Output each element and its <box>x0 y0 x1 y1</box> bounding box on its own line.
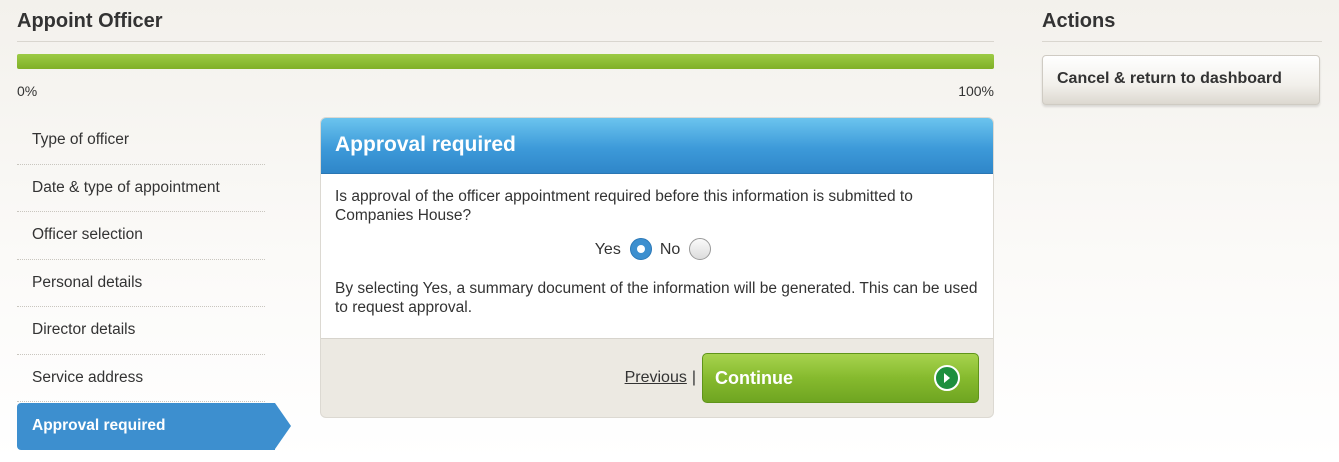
page-title: Appoint Officer <box>17 0 994 42</box>
approval-note: By selecting Yes, a summary document of … <box>335 280 978 316</box>
step-service-address[interactable]: Service address <box>17 355 265 402</box>
step-list: Type of officer Date & type of appointme… <box>17 117 293 450</box>
previous-link[interactable]: Previous <box>625 369 687 387</box>
radio-yes-label[interactable]: Yes <box>595 240 621 259</box>
radio-no[interactable] <box>689 238 712 260</box>
continue-button[interactable]: Continue <box>702 353 979 403</box>
radio-no-label[interactable]: No <box>660 240 680 259</box>
panel-title: Approval required <box>321 118 993 174</box>
approval-panel: Approval required Is approval of the off… <box>320 117 994 418</box>
approval-radio-group: Yes No <box>335 234 979 264</box>
step-date-type-of-appointment[interactable]: Date & type of appointment <box>17 165 265 212</box>
approval-question: Is approval of the officer appointment r… <box>335 188 913 224</box>
progress-max-label: 100% <box>958 83 994 99</box>
actions-title: Actions <box>1042 0 1322 42</box>
cancel-return-button[interactable]: Cancel & return to dashboard <box>1042 55 1320 105</box>
step-personal-details[interactable]: Personal details <box>17 260 265 307</box>
radio-yes[interactable] <box>629 238 652 260</box>
progress-bar <box>17 54 994 69</box>
step-director-details[interactable]: Director details <box>17 307 265 355</box>
step-type-of-officer[interactable]: Type of officer <box>17 117 265 165</box>
progress-fill <box>17 54 994 69</box>
progress-labels: 0% 100% <box>17 83 994 99</box>
continue-label: Continue <box>715 367 793 388</box>
main-section: Appoint Officer 0% 100% Type of officer … <box>17 0 994 450</box>
panel-body: Is approval of the officer appointment r… <box>321 174 993 339</box>
link-separator: | <box>691 369 696 386</box>
actions-sidebar: Actions Cancel & return to dashboard <box>1042 0 1322 105</box>
step-officer-selection[interactable]: Officer selection <box>17 212 265 260</box>
play-circle-icon <box>934 365 960 391</box>
panel-footer: Previous | Continue <box>321 339 993 403</box>
progress-min-label: 0% <box>17 83 38 99</box>
step-approval-required[interactable]: Approval required <box>17 403 291 450</box>
